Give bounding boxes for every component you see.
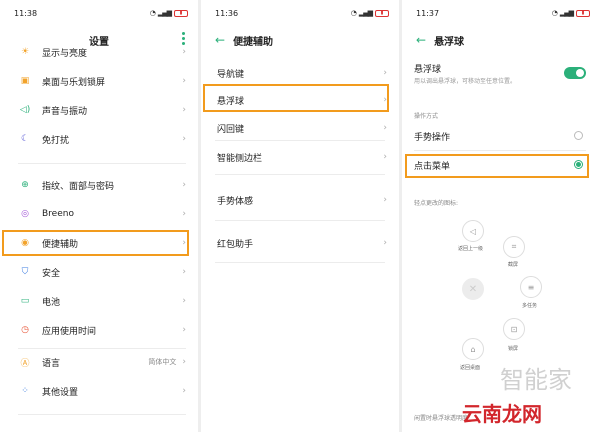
highlight-box-tap-menu bbox=[405, 154, 589, 178]
assist-item-flashback[interactable]: 闪回键 › bbox=[201, 117, 399, 139]
chevron-right-icon: › bbox=[182, 386, 186, 396]
floating-ball-toggle-desc: 用以调出悬浮球，可移动至任意位置。 bbox=[414, 78, 517, 85]
divider bbox=[215, 140, 385, 141]
back-button-label: 返回上一级 bbox=[458, 246, 484, 252]
assist-item-smart-sidebar[interactable]: 智能侧边栏 › bbox=[201, 146, 399, 168]
battery-status-icon: ▮ bbox=[174, 9, 188, 17]
status-bar: 11:36 ◔ ▂▄▆ ▮ bbox=[201, 0, 399, 26]
idle-transparency-label: 闲置时悬浮球透明度 bbox=[414, 415, 469, 422]
back-button-icon[interactable]: ◁ bbox=[462, 220, 484, 242]
settings-item-fingerprint[interactable]: ⊕ 指纹、面部与密码 › bbox=[0, 174, 198, 196]
chevron-right-icon: › bbox=[182, 325, 186, 335]
fingerprint-icon: ⊕ bbox=[21, 180, 29, 190]
floating-ball-toggle-label: 悬浮球 bbox=[414, 65, 442, 75]
chevron-right-icon: › bbox=[383, 195, 387, 205]
assist-item-red-packet[interactable]: 红包助手 › bbox=[201, 232, 399, 254]
watermark-gray: 智能家 bbox=[500, 366, 572, 394]
assist-item-navkeys[interactable]: 导航键 › bbox=[201, 62, 399, 84]
language-value: 简体中文 bbox=[148, 358, 177, 366]
page-title: 便捷辅助 bbox=[233, 36, 274, 48]
more-settings-icon: ⁘ bbox=[21, 386, 29, 396]
divider bbox=[414, 150, 586, 151]
settings-item-app-usage[interactable]: ◷ 应用使用时间 › bbox=[0, 319, 198, 341]
home-button-icon[interactable]: ⌂ bbox=[462, 338, 484, 360]
back-arrow-icon[interactable]: ← bbox=[215, 33, 225, 47]
chevron-right-icon: › bbox=[182, 134, 186, 144]
settings-item-breeno[interactable]: ◎ Breeno › bbox=[0, 203, 198, 225]
chevron-right-icon: › bbox=[182, 105, 186, 115]
lock-button-icon[interactable]: ⊡ bbox=[503, 318, 525, 340]
highlight-box-assist bbox=[2, 230, 189, 256]
assist-screen: 11:36 ◔ ▂▄▆ ▮ ← 便捷辅助 导航键 › 悬浮球 › 闪回键 › 智… bbox=[201, 0, 399, 432]
status-time: 11:37 bbox=[416, 8, 440, 18]
battery-icon: ▭ bbox=[20, 296, 30, 306]
title-bar: ← 便捷辅助 bbox=[201, 26, 399, 54]
status-time: 11:38 bbox=[14, 8, 38, 18]
battery-status-icon: ▮ bbox=[576, 9, 590, 17]
assist-item-gestures[interactable]: 手势体感 › bbox=[201, 189, 399, 211]
title-bar: ← 悬浮球 bbox=[402, 26, 600, 54]
divider bbox=[18, 163, 186, 164]
signal-icon: ▂▄▆ bbox=[559, 9, 574, 17]
clock-icon: ◷ bbox=[21, 325, 29, 335]
status-bar: 11:38 ◔ ▂▄▆ ▮ bbox=[0, 0, 198, 26]
battery-status-icon: ▮ bbox=[375, 9, 389, 17]
breeno-icon: ◎ bbox=[21, 209, 29, 219]
settings-item-language[interactable]: Ⓐ 语言 简体中文 › bbox=[0, 351, 198, 373]
speaker-icon: ◁) bbox=[19, 105, 31, 115]
status-time: 11:36 bbox=[215, 8, 239, 18]
divider bbox=[215, 174, 385, 175]
mode-gesture-label: 手势操作 bbox=[414, 133, 451, 143]
settings-item-desktop[interactable]: ▣ 桌面与乐划锁屏 › bbox=[0, 70, 198, 92]
chevron-right-icon: › bbox=[383, 238, 387, 248]
chevron-right-icon: › bbox=[182, 47, 186, 57]
lock-button-label: 锁屏 bbox=[508, 346, 519, 352]
chevron-right-icon: › bbox=[182, 76, 186, 86]
settings-item-battery[interactable]: ▭ 电池 › bbox=[0, 290, 198, 312]
home-button-label: 返回桌面 bbox=[460, 365, 481, 371]
floating-ball-toggle[interactable] bbox=[564, 67, 586, 79]
settings-item-dnd[interactable]: ☾ 免打扰 › bbox=[0, 128, 198, 150]
mode-gesture-radio[interactable] bbox=[574, 131, 583, 140]
chevron-right-icon: › bbox=[182, 296, 186, 306]
chevron-right-icon: › bbox=[182, 267, 186, 277]
moon-icon: ☾ bbox=[20, 134, 30, 144]
shield-icon: ⛉ bbox=[21, 267, 29, 277]
highlight-box-floating-ball bbox=[203, 84, 389, 112]
page-title: 悬浮球 bbox=[434, 36, 465, 48]
screenshot-button-label: 截屏 bbox=[508, 262, 519, 268]
multitask-button-label: 多任务 bbox=[522, 303, 538, 309]
mode-heading: 操作方式 bbox=[414, 113, 439, 120]
chevron-right-icon: › bbox=[182, 180, 186, 190]
divider bbox=[18, 348, 186, 349]
multitask-button-icon[interactable]: ≡ bbox=[520, 276, 542, 298]
wifi-icon: ◔ bbox=[350, 9, 357, 17]
sun-icon: ☀ bbox=[20, 47, 30, 57]
divider bbox=[18, 414, 186, 415]
center-close-icon[interactable]: ✕ bbox=[462, 278, 484, 300]
settings-item-display[interactable]: ☀ 显示与亮度 › bbox=[0, 41, 198, 63]
chevron-right-icon: › bbox=[182, 209, 186, 219]
chevron-right-icon: › bbox=[383, 123, 387, 133]
chevron-right-icon: › bbox=[383, 152, 387, 162]
language-icon: Ⓐ bbox=[20, 358, 30, 369]
settings-screen: 11:38 ◔ ▂▄▆ ▮ 设置 ☀ 显示与亮度 › ▣ 桌面与乐划锁屏 › ◁… bbox=[0, 0, 198, 432]
edit-heading: 轻点更改的图标: bbox=[414, 200, 459, 207]
settings-item-other[interactable]: ⁘ 其他设置 › bbox=[0, 380, 198, 402]
desktop-icon: ▣ bbox=[20, 76, 30, 86]
back-arrow-icon[interactable]: ← bbox=[416, 33, 426, 47]
divider bbox=[215, 220, 385, 221]
settings-item-sound[interactable]: ◁) 声音与振动 › bbox=[0, 99, 198, 121]
signal-icon: ▂▄▆ bbox=[157, 9, 172, 17]
wifi-icon: ◔ bbox=[149, 9, 156, 17]
wifi-icon: ◔ bbox=[551, 9, 558, 17]
status-bar: 11:37 ◔ ▂▄▆ ▮ bbox=[402, 0, 600, 26]
divider bbox=[215, 262, 385, 263]
chevron-right-icon: › bbox=[182, 357, 186, 367]
settings-item-security[interactable]: ⛉ 安全 › bbox=[0, 261, 198, 283]
screenshot-button-icon[interactable]: ⌗ bbox=[503, 236, 525, 258]
chevron-right-icon: › bbox=[383, 68, 387, 78]
signal-icon: ▂▄▆ bbox=[358, 9, 373, 17]
watermark-red: 云南龙网 bbox=[462, 402, 542, 426]
